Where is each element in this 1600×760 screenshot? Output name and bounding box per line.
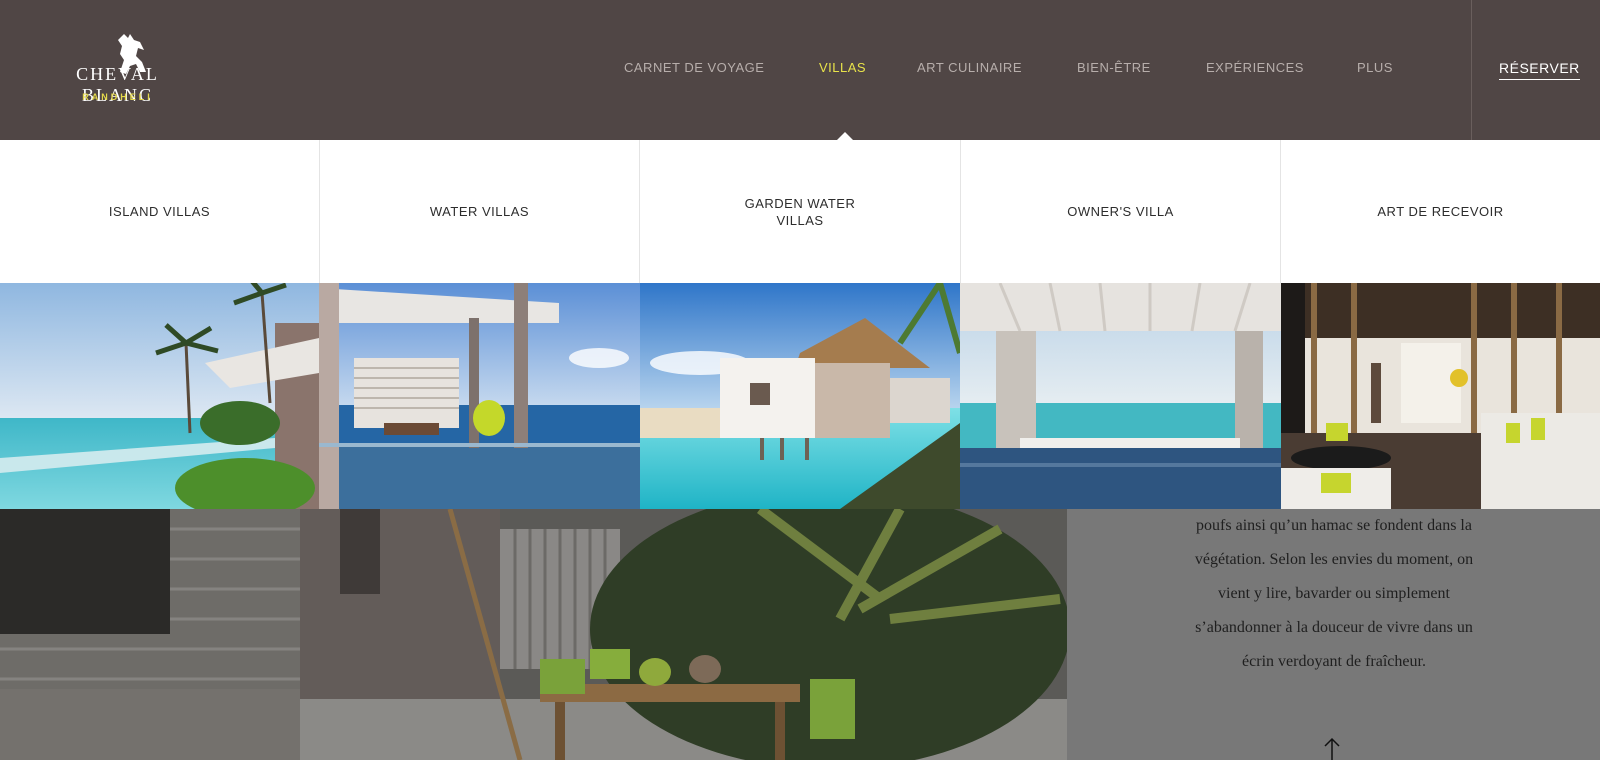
submenu-item-owners-villa[interactable]: OWNER'S VILLA xyxy=(961,140,1280,283)
nav-carnet-de-voyage[interactable]: CARNET DE VOYAGE xyxy=(624,60,764,75)
submenu-item-island-villas[interactable]: ISLAND VILLAS xyxy=(0,140,319,283)
description-line: écrin verdoyant de fraîcheur. xyxy=(1242,653,1426,670)
description-line: végétation. Selon les envies du moment, … xyxy=(1194,551,1474,568)
submenu-item-garden-water-villas[interactable]: GARDEN WATER VILLAS xyxy=(640,140,960,283)
nav-plus[interactable]: PLUS xyxy=(1357,60,1393,75)
logo-subtitle: RANDHELI xyxy=(82,92,153,102)
thumbnail-water-villas[interactable] xyxy=(319,283,640,509)
header-divider xyxy=(1471,0,1472,140)
description-text: poufs ainsi qu’un hamac se fondent dans … xyxy=(1134,509,1534,679)
submenu-label: ART DE RECEVOIR xyxy=(1377,204,1504,219)
villa-thumbnails xyxy=(0,283,1600,509)
description-line: s’abandonner à la douceur de vivre dans … xyxy=(1195,619,1473,636)
site-header: CHEVAL BLANC RANDHELI CARNET DE VOYAGE V… xyxy=(0,0,1600,140)
submenu-label: GARDEN WATER VILLAS xyxy=(744,195,856,228)
thumbnail-owners-villa[interactable] xyxy=(960,283,1281,509)
garden-terrace-photo xyxy=(0,509,1067,760)
nav-bien-etre[interactable]: BIEN-ÊTRE xyxy=(1077,60,1151,75)
thumbnail-garden-water-villas[interactable] xyxy=(640,283,960,509)
nav-villas[interactable]: VILLAS xyxy=(819,60,866,75)
thumbnail-art-de-recevoir[interactable] xyxy=(1281,283,1600,509)
submenu-label: ISLAND VILLAS xyxy=(108,204,211,219)
nav-art-culinaire[interactable]: ART CULINAIRE xyxy=(917,60,1022,75)
submenu-item-water-villas[interactable]: WATER VILLAS xyxy=(320,140,639,283)
reserve-button[interactable]: RÉSERVER xyxy=(1499,60,1580,80)
description-line: vient y lire, bavarder ou simplement xyxy=(1218,585,1450,602)
thumbnail-island-villas[interactable] xyxy=(0,283,319,509)
arrow-up-icon[interactable] xyxy=(1324,737,1340,760)
submenu-label: OWNER'S VILLA xyxy=(1067,204,1174,219)
submenu-label: WATER VILLAS xyxy=(429,204,530,219)
submenu-pointer xyxy=(837,132,853,140)
description-line: poufs ainsi qu’un hamac se fondent dans … xyxy=(1196,517,1472,534)
nav-experiences[interactable]: EXPÉRIENCES xyxy=(1206,60,1304,75)
villas-submenu: ISLAND VILLAS WATER VILLAS GARDEN WATER … xyxy=(0,140,1600,284)
cheval-blanc-logo[interactable]: CHEVAL BLANC RANDHELI xyxy=(40,30,200,110)
submenu-item-art-de-recevoir[interactable]: ART DE RECEVOIR xyxy=(1281,140,1600,283)
